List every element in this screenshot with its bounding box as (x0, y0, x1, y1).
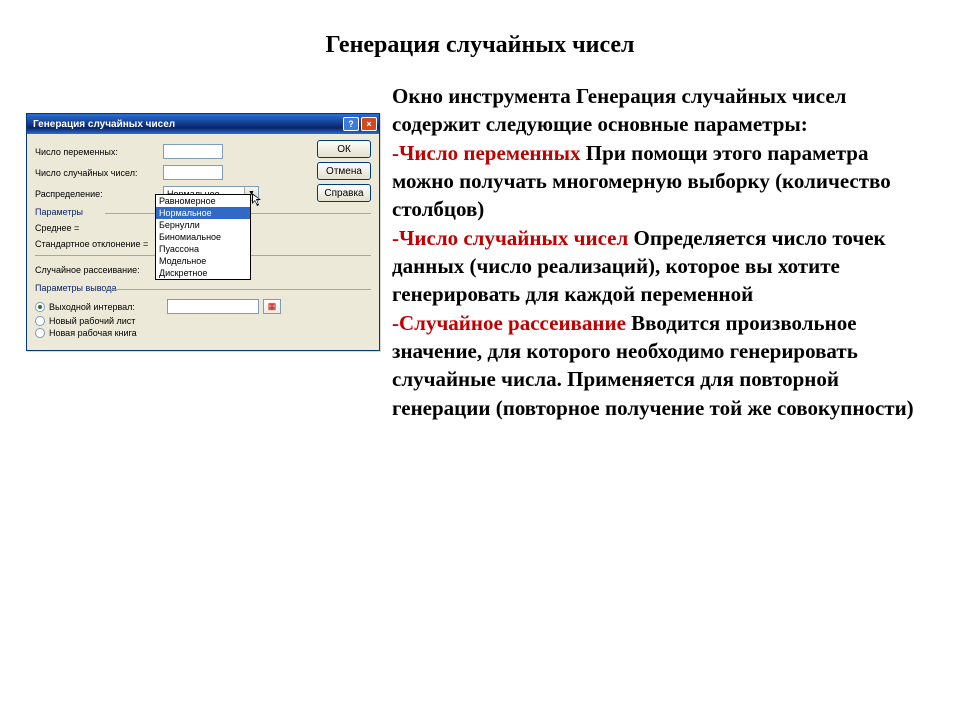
input-output-range[interactable] (167, 299, 259, 314)
dist-option[interactable]: Нормальное (156, 207, 250, 219)
close-icon[interactable]: × (361, 117, 377, 131)
cancel-button[interactable]: Отмена (317, 162, 371, 180)
term-num-rands: -Число случайных чисел (392, 226, 628, 250)
ok-button[interactable]: ОК (317, 140, 371, 158)
input-num-randoms[interactable] (163, 165, 223, 180)
dialog-title: Генерация случайных чисел (33, 119, 341, 130)
dist-option[interactable]: Биномиальное (156, 231, 250, 243)
label-seed: Случайное рассеивание: (35, 265, 163, 275)
dist-option[interactable]: Дискретное (156, 267, 250, 279)
label-mean: Среднее = (35, 223, 163, 233)
dist-option[interactable]: Бернулли (156, 219, 250, 231)
dist-option[interactable]: Равномерное (156, 195, 250, 207)
radio-new-sheet[interactable] (35, 316, 45, 326)
radio-new-book[interactable] (35, 328, 45, 338)
term-num-vars: -Число переменных (392, 141, 581, 165)
titlebar[interactable]: Генерация случайных чисел ? × (27, 114, 379, 134)
label-num-variables: Число переменных: (35, 147, 163, 157)
label-output-range: Выходной интервал: (49, 302, 159, 312)
dist-option[interactable]: Пуассона (156, 243, 250, 255)
dist-option[interactable]: Модельное (156, 255, 250, 267)
description-block: Окно инструмента Генерация случайных чис… (392, 82, 922, 422)
description-intro: Окно инструмента Генерация случайных чис… (392, 84, 846, 136)
help-button[interactable]: Справка (317, 184, 371, 202)
label-distribution: Распределение: (35, 189, 163, 199)
group-output: Параметры вывода (35, 283, 371, 293)
term-seed: -Случайное рассеивание (392, 311, 626, 335)
page-title: Генерация случайных чисел (0, 32, 960, 59)
distribution-dropdown[interactable]: Равномерное Нормальное Бернулли Биномиал… (155, 194, 251, 280)
label-new-book: Новая рабочая книга (49, 328, 137, 338)
dialog-random-number-generation: Генерация случайных чисел ? × ОК Отмена … (26, 113, 380, 351)
label-num-randoms: Число случайных чисел: (35, 168, 163, 178)
label-new-sheet: Новый рабочий лист (49, 316, 135, 326)
radio-output-range[interactable] (35, 302, 45, 312)
help-icon[interactable]: ? (343, 117, 359, 131)
range-picker-icon[interactable]: ▦ (263, 299, 281, 314)
input-num-variables[interactable] (163, 144, 223, 159)
